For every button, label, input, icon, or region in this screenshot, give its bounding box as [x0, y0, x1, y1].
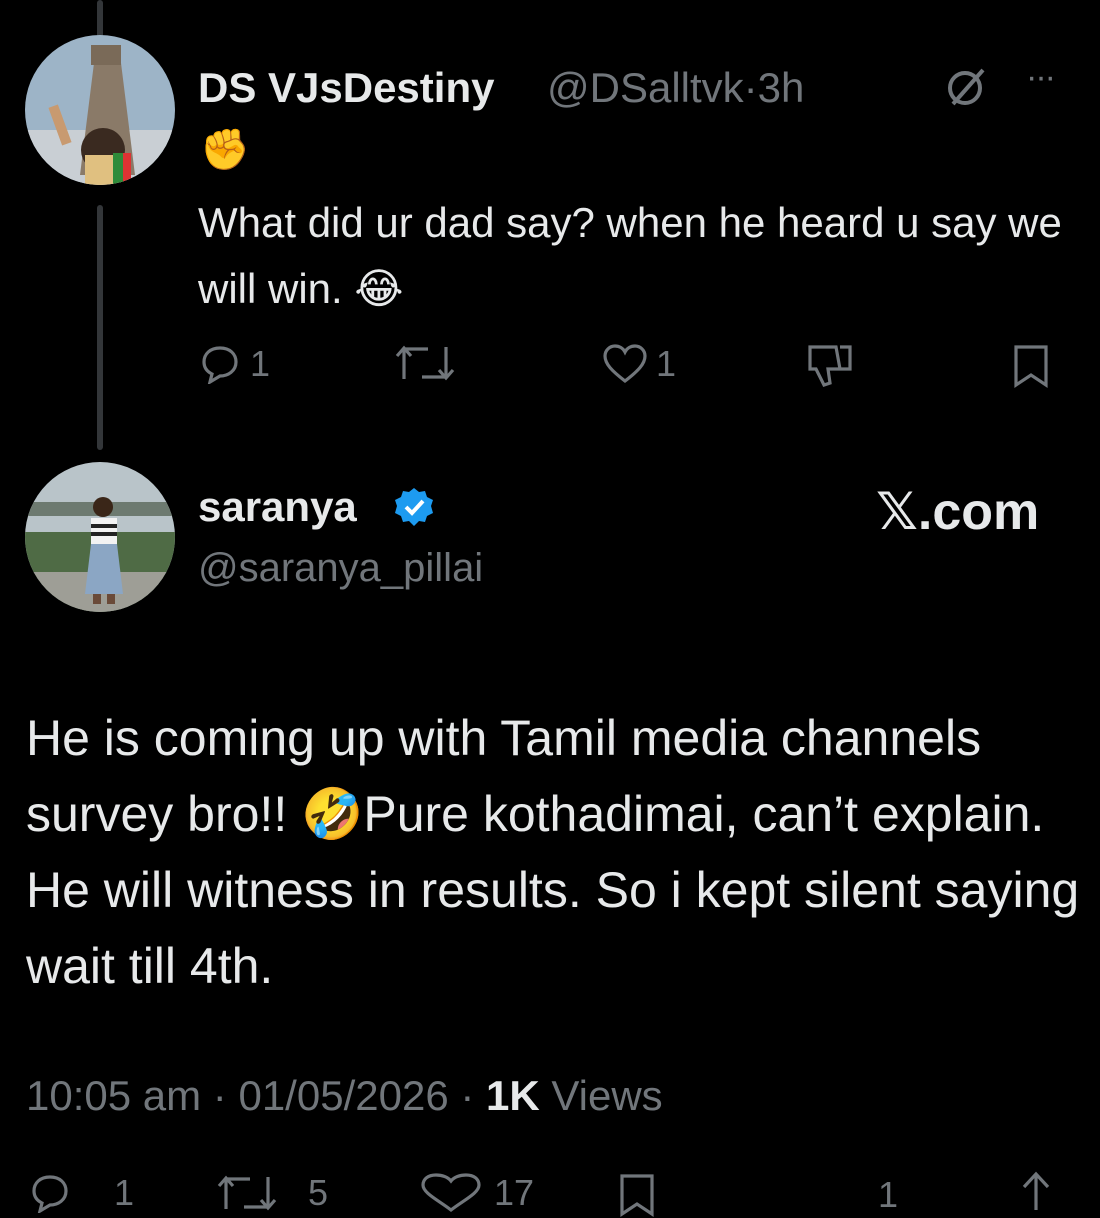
bottom-repost-button[interactable]: 5 — [216, 1172, 328, 1214]
separator: · — [743, 64, 758, 111]
bottom-share-button[interactable] — [1016, 1170, 1056, 1214]
reply-repost-button[interactable] — [394, 343, 456, 383]
repost-icon — [217, 1175, 277, 1211]
main-handle[interactable]: @saranya_pillai — [198, 546, 483, 591]
meta-separator-1: · — [212, 1072, 227, 1119]
reply-handle[interactable]: @DSalltvk — [547, 64, 744, 111]
heart-icon — [421, 1173, 481, 1213]
main-display-name[interactable]: saranya — [198, 483, 357, 531]
avatar-photo-image — [25, 462, 175, 612]
post-time[interactable]: 10:05 am — [26, 1072, 201, 1119]
comment-icon — [32, 1175, 68, 1213]
reply-handle-time[interactable]: @DSalltvk·3h — [547, 64, 804, 112]
reply-like-count: 1 — [656, 343, 677, 384]
x-com-watermark: 𝕏.com — [876, 483, 1040, 541]
bottom-action-bar: 1 5 17 1 — [0, 1171, 1100, 1217]
reply-display-name[interactable]: DS VJsDestiny — [198, 64, 494, 112]
bottom-repost-count: 5 — [308, 1172, 329, 1213]
bottom-like-button[interactable]: 17 — [420, 1172, 534, 1214]
reply-text: What did ur dad say? when he heard u say… — [198, 199, 1062, 312]
reply-comment-count: 1 — [250, 343, 271, 384]
reply-like-button[interactable]: 1 — [602, 343, 676, 385]
reply-bookmark-button[interactable] — [1010, 343, 1052, 389]
bottom-bookmark-button[interactable]: 1 — [616, 1172, 898, 1218]
avatar-photo-image — [25, 35, 175, 185]
meta-separator-2: · — [460, 1072, 475, 1119]
views-count: 1K — [486, 1072, 540, 1119]
thumbs-down-icon — [808, 345, 852, 387]
repost-icon — [395, 345, 455, 381]
grok-icon[interactable] — [945, 64, 989, 118]
thread-line-bottom — [97, 205, 103, 450]
bottom-bookmark-count: 1 — [878, 1174, 899, 1215]
avatar-saranya[interactable] — [25, 462, 175, 612]
bottom-reply-count: 1 — [114, 1172, 135, 1213]
bottom-like-count: 17 — [494, 1172, 535, 1213]
heart-icon — [603, 344, 647, 384]
views-label: Views — [551, 1072, 663, 1119]
main-post-text: He is coming up with Tamil media channel… — [26, 710, 1080, 994]
post-date[interactable]: 01/05/2026 — [238, 1072, 448, 1119]
verified-badge-icon — [393, 486, 435, 528]
avatar-dsvjsdestiny[interactable] — [25, 35, 175, 185]
bookmark-icon — [1014, 345, 1048, 388]
share-icon — [1022, 1171, 1050, 1210]
reply-emoji-line: ✊ — [200, 128, 250, 172]
reply-time[interactable]: 3h — [758, 64, 805, 111]
reply-comment-button[interactable]: 1 — [200, 343, 270, 385]
bottom-reply-button[interactable]: 1 — [30, 1172, 134, 1214]
post-meta: 10:05 am · 01/05/2026 · 1K Views — [26, 1072, 663, 1120]
reply-dislike-button[interactable] — [806, 343, 854, 389]
more-options-icon[interactable]: ··· — [1026, 58, 1056, 97]
bookmark-icon — [620, 1174, 654, 1217]
comment-icon — [202, 346, 238, 384]
